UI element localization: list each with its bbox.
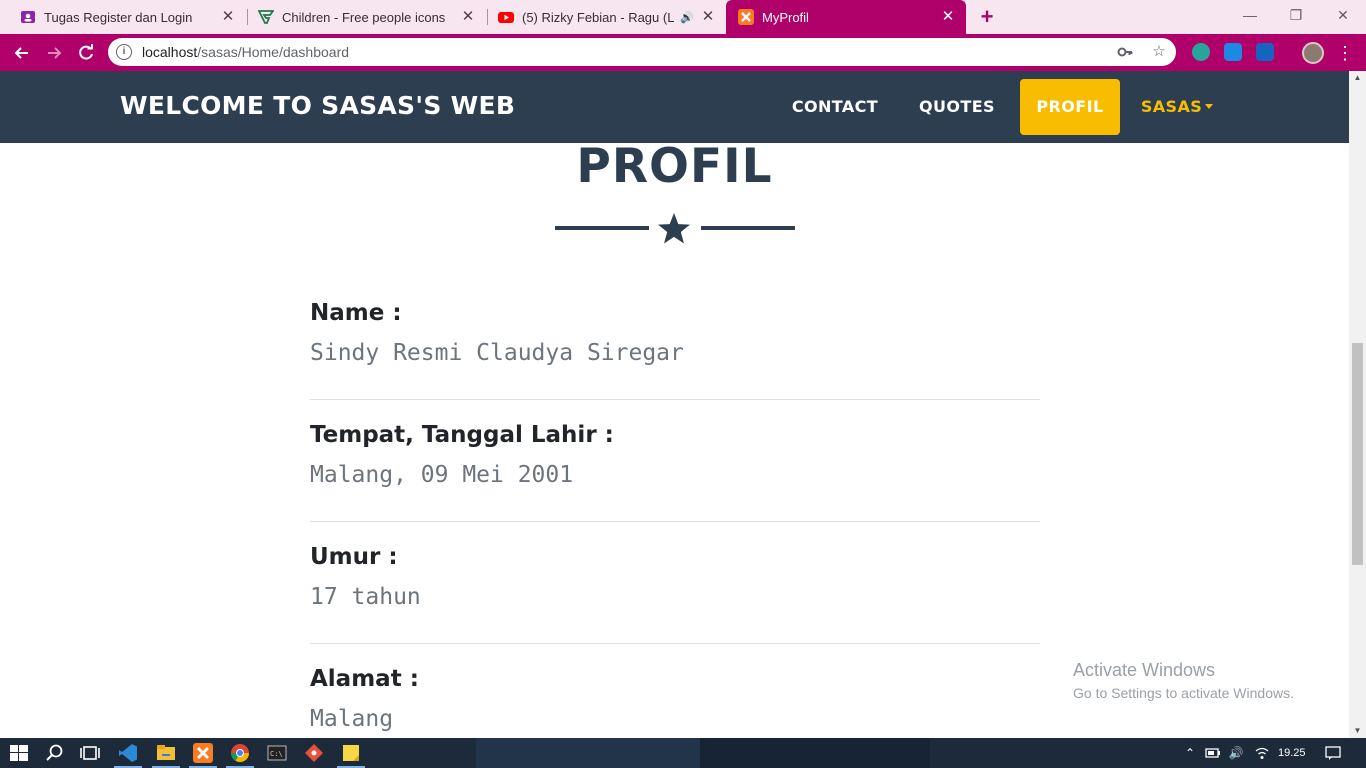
field-value: Malang, 09 Mei 2001 <box>310 462 574 488</box>
youtube-icon <box>498 9 514 25</box>
tab-title: MyProfil <box>762 9 809 25</box>
nav-contact[interactable]: CONTACT <box>778 79 892 135</box>
classroom-icon <box>20 9 36 25</box>
field-value: Sindy Resmi Claudya Siregar <box>310 340 684 366</box>
field-label: Umur : <box>310 544 398 570</box>
activate-windows-watermark: Activate Windows Go to Settings to activ… <box>1073 660 1294 701</box>
sticky-notes-icon[interactable] <box>340 742 362 764</box>
arrow-right-icon <box>48 47 62 59</box>
divider-line-left <box>555 226 649 230</box>
watermark-title: Activate Windows <box>1073 660 1216 680</box>
profile-field-birth: Tempat, Tanggal Lahir : Malang, 09 Mei 2… <box>310 422 1040 522</box>
address-bar[interactable]: i localhost/sasas/Home/dashboard ☆ <box>108 38 1176 66</box>
taskbar-wallpaper-segment <box>700 738 930 768</box>
page-scrollbar[interactable]: ▲ ▼ <box>1349 71 1366 738</box>
scroll-down-arrow-icon[interactable]: ▼ <box>1349 724 1366 738</box>
tab-title: (5) Rizky Febian - Ragu (Lyric <box>522 9 674 25</box>
nav-quotes[interactable]: QUOTES <box>906 79 1008 135</box>
git-icon[interactable] <box>303 742 325 764</box>
key-icon[interactable] <box>1116 43 1134 61</box>
wifi-icon[interactable] <box>1254 745 1270 761</box>
minimize-button[interactable]: — <box>1227 0 1273 30</box>
field-divider <box>310 399 1040 400</box>
tab-children-icons[interactable]: Children - Free people icons ✕ <box>238 0 486 34</box>
profile-field-age: Umur : 17 tahun <box>310 544 1040 644</box>
arrow-left-icon <box>14 47 28 59</box>
command-prompt-icon[interactable]: C:\ <box>266 742 288 764</box>
star-icon <box>658 213 690 244</box>
nav-user-dropdown[interactable]: SASAS <box>1130 79 1224 135</box>
profile-avatar[interactable] <box>1302 42 1324 64</box>
extension-m-icon[interactable] <box>1192 43 1210 61</box>
chevron-up-icon[interactable]: ⌃ <box>1182 745 1198 761</box>
page-viewport: WELCOME TO SASAS'S WEB CONTACT QUOTES PR… <box>0 71 1349 738</box>
close-window-button[interactable]: ✕ <box>1320 0 1366 30</box>
field-divider <box>310 521 1040 522</box>
field-value: Malang <box>310 706 394 732</box>
reload-button[interactable] <box>73 40 99 66</box>
svg-text:C:\: C:\ <box>270 750 283 758</box>
scroll-up-arrow-icon[interactable]: ▲ <box>1349 71 1366 85</box>
bookmark-star-icon[interactable]: ☆ <box>1150 43 1168 61</box>
xampp-icon <box>738 9 754 25</box>
battery-icon[interactable] <box>1205 745 1221 761</box>
file-explorer-icon[interactable] <box>155 742 177 764</box>
browser-toolbar: i localhost/sasas/Home/dashboard ☆ ⋮ <box>0 34 1366 71</box>
profile-field-address: Alamat : Malang <box>310 666 1040 732</box>
watermark-subtitle: Go to Settings to activate Windows. <box>1073 685 1294 701</box>
profile-field-name: Name : Sindy Resmi Claudya Siregar <box>310 300 1040 400</box>
field-divider <box>310 643 1040 644</box>
site-brand[interactable]: WELCOME TO SASAS'S WEB <box>120 91 515 120</box>
page-title: PROFIL <box>576 139 773 194</box>
windows-start-icon[interactable] <box>8 742 30 764</box>
reload-icon <box>79 44 93 60</box>
speaker-icon[interactable]: 🔊 <box>680 11 694 24</box>
new-tab-button[interactable]: + <box>976 6 998 28</box>
nav-profil[interactable]: PROFIL <box>1020 79 1120 135</box>
menu-icon[interactable]: ⋮ <box>1336 41 1354 65</box>
flaticon-icon <box>258 9 274 25</box>
notification-icon[interactable] <box>1325 745 1341 761</box>
caret-down-icon <box>1205 103 1214 109</box>
windows-taskbar: C:\ ⌃ 🔊 19.25 <box>0 738 1366 768</box>
tab-title: Tugas Register dan Login <box>44 9 193 25</box>
divider-line-right <box>701 226 795 230</box>
extension-doc-icon[interactable] <box>1256 43 1274 61</box>
field-value: 17 tahun <box>310 584 421 610</box>
field-label: Name : <box>310 300 402 326</box>
tab-myprofil[interactable]: MyProfil ✕ <box>726 0 966 34</box>
field-label: Alamat : <box>310 666 419 692</box>
info-icon[interactable]: i <box>116 44 132 60</box>
xampp-icon[interactable] <box>192 742 214 764</box>
forward-button[interactable] <box>41 40 67 66</box>
close-icon[interactable]: ✕ <box>460 9 476 25</box>
taskbar-clock[interactable]: 19.25 <box>1278 738 1306 768</box>
extension-home-icon[interactable] <box>1224 43 1242 61</box>
nav-user-label: SASAS <box>1140 97 1203 116</box>
browser-tab-strip: Tugas Register dan Login ✕ Children - Fr… <box>0 0 1366 34</box>
tab-title: Children - Free people icons <box>282 9 446 25</box>
search-icon[interactable] <box>44 742 66 764</box>
close-icon[interactable]: ✕ <box>220 9 236 25</box>
vscode-icon[interactable] <box>117 742 139 764</box>
restore-button[interactable]: ❐ <box>1273 0 1319 30</box>
close-icon[interactable]: ✕ <box>700 9 716 25</box>
site-navbar: WELCOME TO SASAS'S WEB CONTACT QUOTES PR… <box>0 71 1349 143</box>
close-icon[interactable]: ✕ <box>940 9 956 25</box>
taskbar-wallpaper-segment <box>476 738 700 768</box>
scrollbar-thumb[interactable] <box>1352 343 1363 565</box>
back-button[interactable] <box>9 40 35 66</box>
volume-icon[interactable]: 🔊 <box>1228 745 1244 761</box>
field-label: Tempat, Tanggal Lahir : <box>310 422 614 448</box>
task-view-icon[interactable] <box>79 742 101 764</box>
tab-youtube[interactable]: (5) Rizky Febian - Ragu (Lyric 🔊 ✕ <box>478 0 726 34</box>
chrome-icon[interactable] <box>229 742 251 764</box>
tab-tugas-register[interactable]: Tugas Register dan Login ✕ <box>0 0 246 34</box>
url-text[interactable]: localhost/sasas/Home/dashboard <box>142 38 349 66</box>
